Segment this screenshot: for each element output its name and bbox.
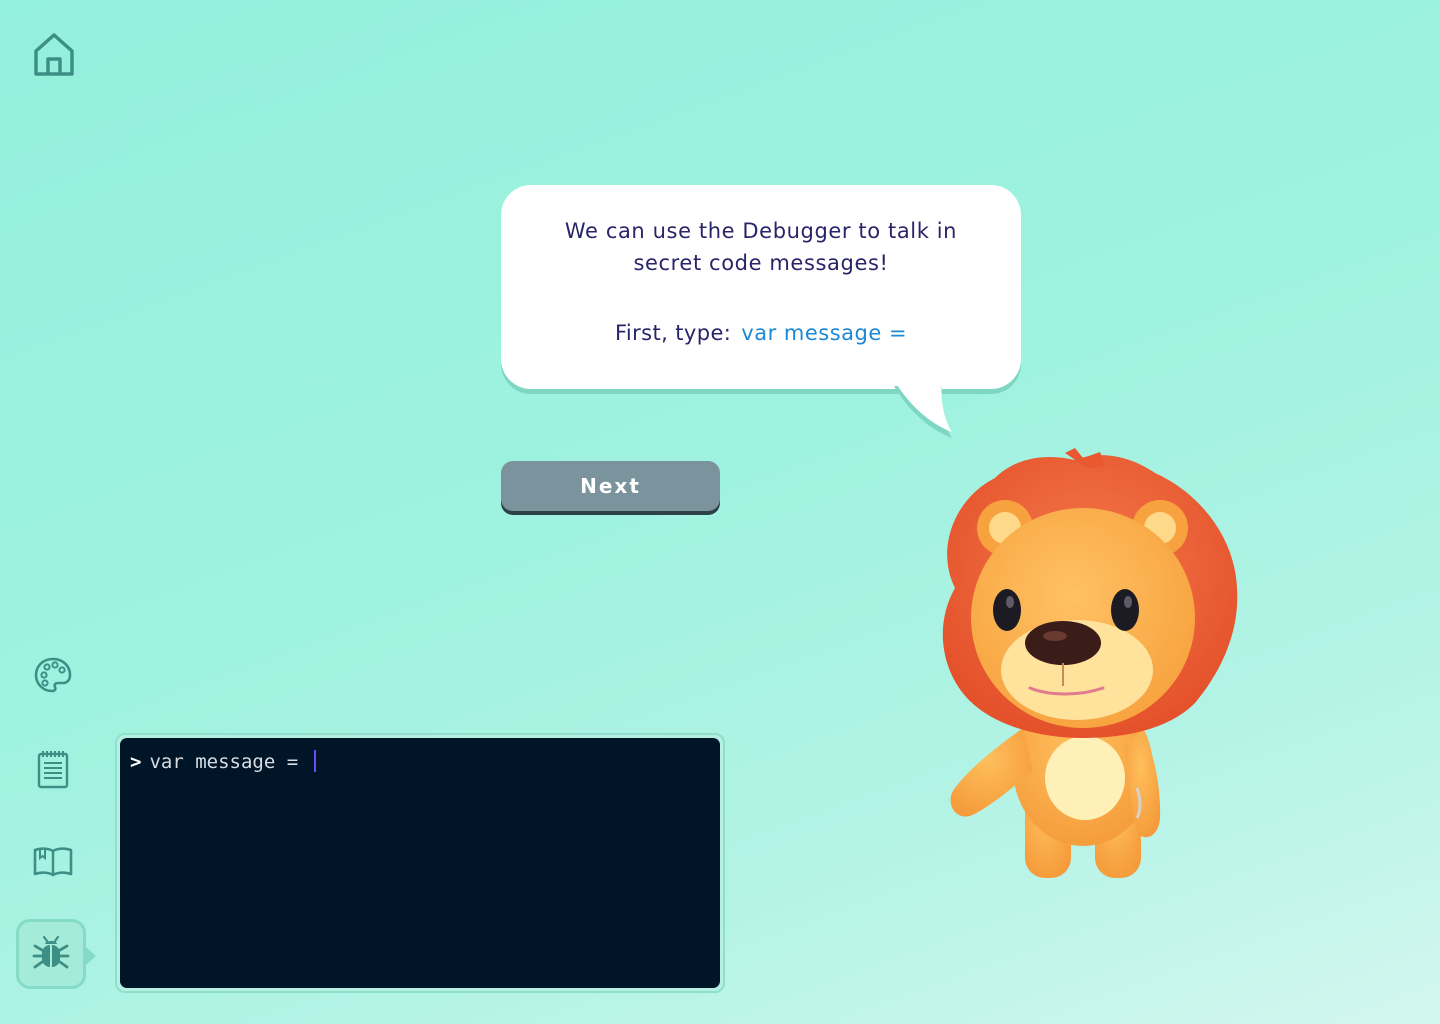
active-indicator xyxy=(85,946,96,966)
bubble-message: We can use the Debugger to talk in secre… xyxy=(564,219,958,275)
console-prompt: > xyxy=(130,751,142,773)
book-icon xyxy=(33,847,73,877)
console-input-text: var message = xyxy=(149,751,310,773)
bubble-instruction: First, type: var message = xyxy=(501,321,1021,345)
speech-bubble-tail xyxy=(894,380,952,438)
debugger-console[interactable]: > var message = xyxy=(120,738,720,988)
debugger-console-frame: > var message = xyxy=(115,733,725,993)
speech-bubble: We can use the Debugger to talk in secre… xyxy=(501,185,1021,389)
next-button[interactable]: Next xyxy=(501,461,720,511)
console-input-line[interactable]: > var message = xyxy=(130,750,316,773)
book-button[interactable] xyxy=(28,836,78,886)
palette-button[interactable] xyxy=(28,650,78,700)
home-button[interactable] xyxy=(28,28,80,80)
debugger-button[interactable] xyxy=(16,919,96,989)
instruction-label: First, type: xyxy=(614,321,732,345)
notepad-button[interactable] xyxy=(28,744,78,794)
notepad-icon xyxy=(37,751,69,789)
lion-character xyxy=(942,448,1238,878)
palette-icon xyxy=(34,657,72,693)
console-cursor xyxy=(313,750,316,772)
instruction-code: var message = xyxy=(741,321,908,345)
home-icon xyxy=(34,33,74,76)
bug-icon xyxy=(32,935,70,969)
